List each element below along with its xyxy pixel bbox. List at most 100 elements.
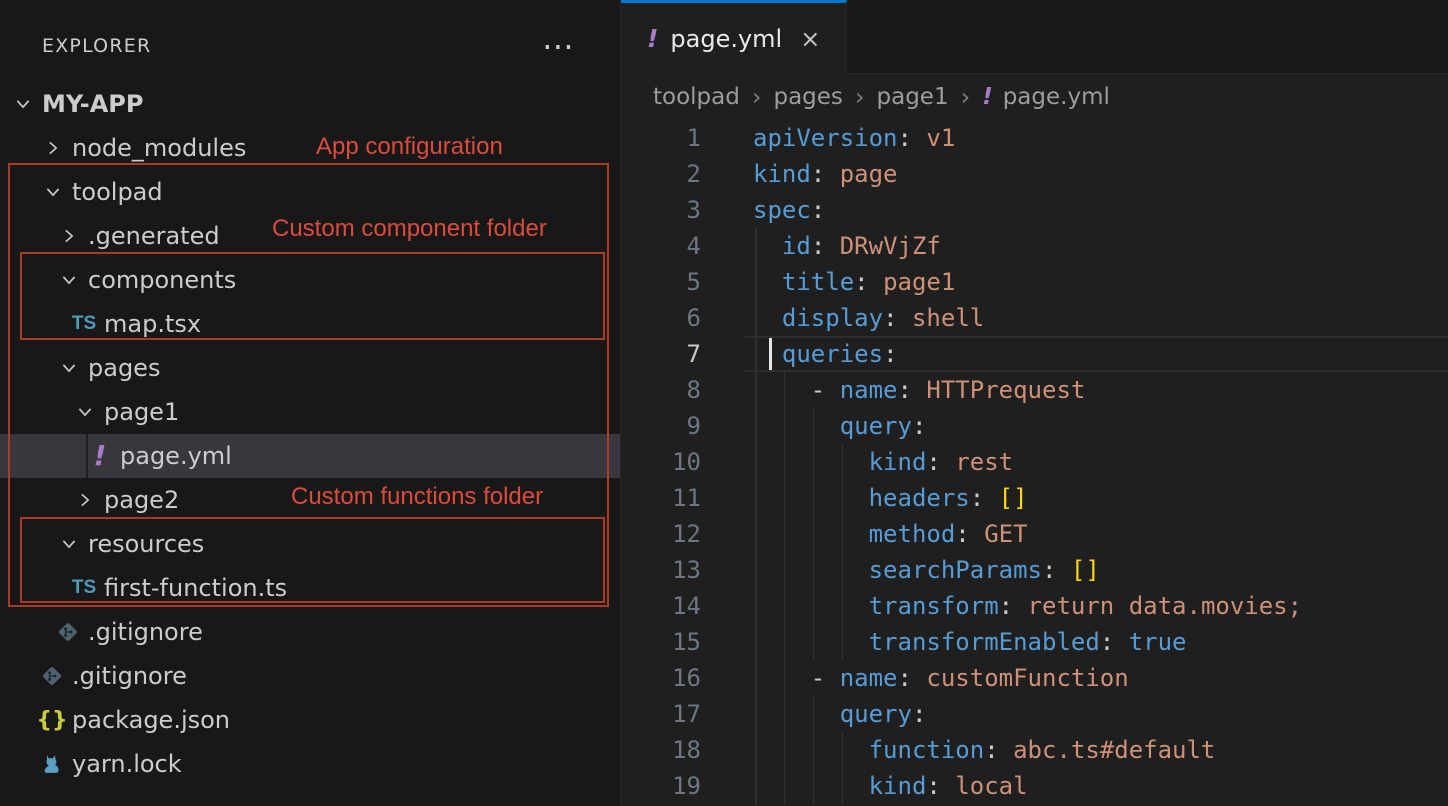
indent-guide [784, 732, 786, 768]
breadcrumb-item-pages[interactable]: pages [773, 84, 842, 110]
token-punc: : [926, 448, 955, 476]
code-line-18[interactable]: 18 function: abc.ts#default [621, 732, 1448, 768]
indent-guide [755, 696, 757, 732]
tree-item-resources[interactable]: resources [0, 522, 620, 566]
code-line-content: kind: page [745, 156, 1448, 192]
code-line-content: query: [745, 696, 1448, 732]
more-actions-icon[interactable]: ⋯ [542, 30, 574, 62]
token-punc: : [912, 700, 926, 728]
tree-item-label: yarn.lock [72, 752, 182, 776]
token-str: customFunction [926, 664, 1128, 692]
code-line-content: id: DRwVjZf [745, 228, 1448, 264]
line-number: 13 [621, 552, 745, 588]
tree-item-generated[interactable]: .generated [0, 214, 620, 258]
token-bool: true [1129, 628, 1187, 656]
breadcrumb-separator: › [752, 83, 762, 111]
token-punc: : [811, 232, 840, 260]
chevron-down-icon[interactable] [58, 357, 80, 379]
token-str: HTTPrequest [926, 376, 1085, 404]
indent-guide [755, 624, 757, 660]
indent-guide [755, 768, 757, 804]
tree-item-gitignore[interactable]: .gitignore [0, 610, 620, 654]
token-key: method [869, 520, 956, 548]
indent-guide [784, 516, 786, 552]
chevron-right-icon[interactable] [58, 225, 80, 247]
indent-guide [813, 516, 815, 552]
close-icon[interactable]: × [800, 27, 820, 51]
tree-item-map-tsx[interactable]: TSmap.tsx [0, 302, 620, 346]
yaml-warning-icon: ! [647, 26, 658, 51]
code-line-9[interactable]: 9 query: [621, 408, 1448, 444]
tree-item-components[interactable]: components [0, 258, 620, 302]
chevron-right-icon[interactable] [42, 137, 64, 159]
code-line-19[interactable]: 19 kind: local [621, 768, 1448, 804]
chevron-down-icon[interactable] [42, 181, 64, 203]
token-str: local [955, 772, 1027, 800]
tree-item-my-app[interactable]: MY-APP [0, 82, 620, 126]
code-line-content: transformEnabled: true [745, 624, 1448, 660]
tree-item-page1[interactable]: page1 [0, 390, 620, 434]
code-line-6[interactable]: 6 display: shell [621, 300, 1448, 336]
line-number: 14 [621, 588, 745, 624]
tree-item-gitignore[interactable]: .gitignore [0, 654, 620, 698]
tree-item-first-function-ts[interactable]: TSfirst-function.ts [0, 566, 620, 610]
tree-item-node-modules[interactable]: node_modules [0, 126, 620, 170]
chevron-down-icon[interactable] [58, 269, 80, 291]
tree-item-label: .generated [88, 224, 220, 248]
token-key: id [782, 232, 811, 260]
indent-guide [784, 624, 786, 660]
code-line-12[interactable]: 12 method: GET [621, 516, 1448, 552]
code-line-content: method: GET [745, 516, 1448, 552]
chevron-down-icon[interactable] [12, 93, 34, 115]
tree-item-page2[interactable]: page2 [0, 478, 620, 522]
indent-guide [842, 444, 844, 480]
code-line-16[interactable]: 16 - name: customFunction [621, 660, 1448, 696]
tree-item-toolpad[interactable]: toolpad [0, 170, 620, 214]
indent-guide [813, 696, 815, 732]
breadcrumb-item-toolpad[interactable]: toolpad [653, 84, 740, 110]
code-line-5[interactable]: 5 title: page1 [621, 264, 1448, 300]
code-line-3[interactable]: 3spec: [621, 192, 1448, 228]
code-line-10[interactable]: 10 kind: rest [621, 444, 1448, 480]
token-punc: : [898, 664, 927, 692]
token-key: name [840, 376, 898, 404]
tree-item-page-yml[interactable]: !page.yml [0, 434, 620, 478]
tree-item-yarn-lock[interactable]: yarn.lock [0, 742, 620, 786]
code-line-15[interactable]: 15 transformEnabled: true [621, 624, 1448, 660]
line-number: 3 [621, 192, 745, 228]
tree-item-label: page.yml [120, 444, 232, 468]
code-line-11[interactable]: 11 headers: [] [621, 480, 1448, 516]
vscode-window: EXPLORER ⋯ MY-APPnode_modulestoolpad.gen… [0, 0, 1448, 806]
chevron-down-icon[interactable] [74, 401, 96, 423]
code-line-4[interactable]: 4 id: DRwVjZf [621, 228, 1448, 264]
indent-guide [842, 516, 844, 552]
code-line-17[interactable]: 17 query: [621, 696, 1448, 732]
tree-item-pages[interactable]: pages [0, 346, 620, 390]
tab-page-yml[interactable]: ! page.yml × [621, 0, 847, 74]
chevron-right-icon[interactable] [74, 489, 96, 511]
code-line-1[interactable]: 1apiVersion: v1 [621, 120, 1448, 156]
chevron-down-icon[interactable] [58, 533, 80, 555]
token-punc: : [970, 484, 999, 512]
code-line-2[interactable]: 2kind: page [621, 156, 1448, 192]
token-str: v1 [926, 124, 955, 152]
code-line-content: spec: [745, 192, 1448, 228]
code-line-13[interactable]: 13 searchParams: [] [621, 552, 1448, 588]
text-cursor [769, 338, 772, 370]
code-line-14[interactable]: 14 transform: return data.movies; [621, 588, 1448, 624]
indent-guide [755, 408, 757, 444]
token-key: kind [869, 772, 927, 800]
indent-guide [784, 444, 786, 480]
code-line-7[interactable]: 7 queries: [621, 336, 1448, 372]
tree-item-package-json[interactable]: {}package.json [0, 698, 620, 742]
breadcrumb-item-page1[interactable]: page1 [877, 84, 949, 110]
indent-guide [813, 768, 815, 804]
indent-guide [755, 264, 757, 300]
token-punc: : [811, 160, 840, 188]
token-punc: : [1042, 556, 1071, 584]
code-line-8[interactable]: 8 - name: HTTPrequest [621, 372, 1448, 408]
breadcrumb-item-page-yml[interactable]: page.yml [1003, 84, 1110, 110]
token-br: [] [999, 484, 1028, 512]
editor-tab-bar: ! page.yml × [621, 0, 1448, 74]
code-editor[interactable]: 1apiVersion: v12kind: page3spec:4 id: DR… [621, 120, 1448, 806]
